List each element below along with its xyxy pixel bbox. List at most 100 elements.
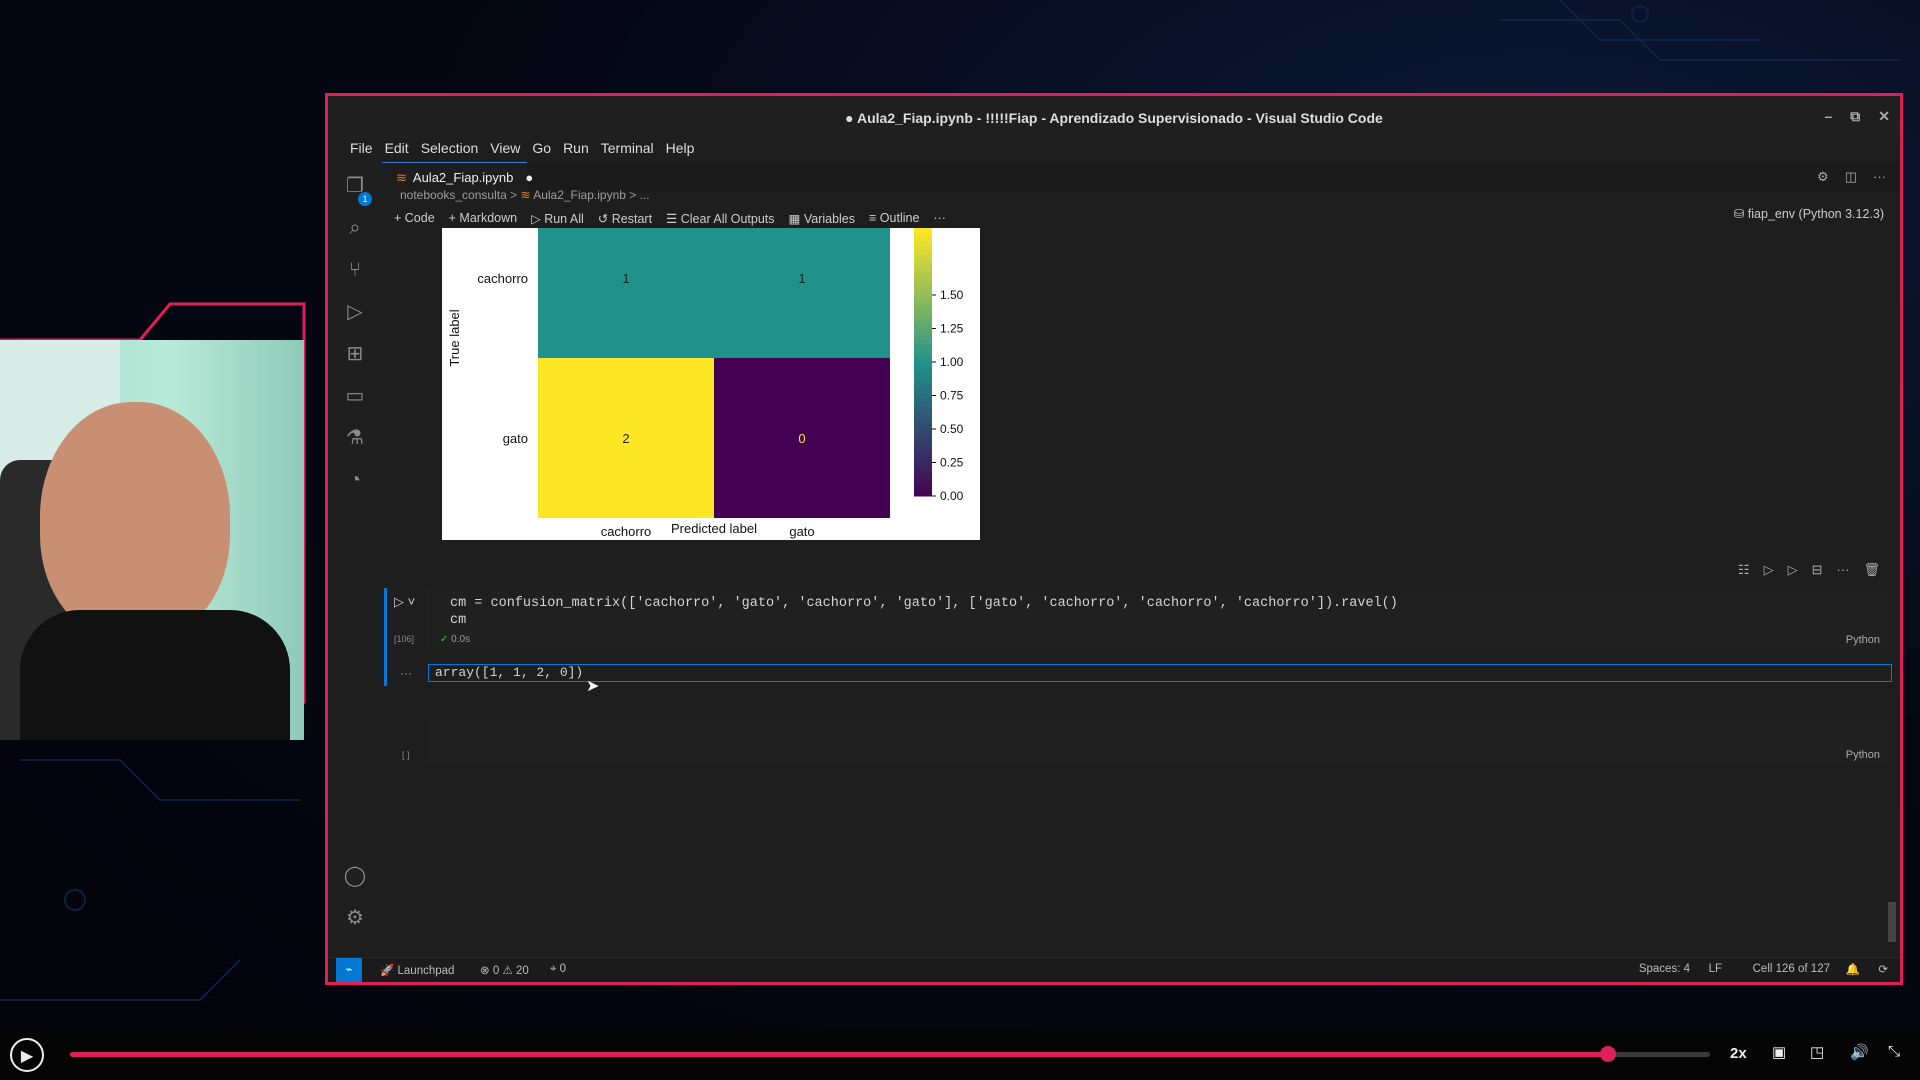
code-line-1[interactable]: cm = confusion_matrix(['cachorro', 'gato… [450, 596, 1398, 611]
colorbar-segment [914, 469, 932, 475]
cell-position-item[interactable]: Cell 126 of 127 [1753, 963, 1830, 975]
problems-item[interactable]: ⊗ 0 ⚠ 20 [480, 963, 529, 977]
antenna-icon: ⌖ [550, 963, 560, 975]
add-markdown-cell-button[interactable]: + Markdown [449, 211, 517, 225]
execute-below-icon[interactable]: ▷ [1788, 562, 1798, 578]
run-debug-icon[interactable]: ▷ [341, 298, 369, 326]
seek-bar[interactable] [70, 1046, 1710, 1062]
clear-outputs-button[interactable]: ☰ Clear All Outputs [666, 211, 774, 226]
extensions-icon[interactable]: ⊞ [341, 340, 369, 368]
colorbar-segment [914, 411, 932, 417]
more-actions-icon[interactable]: ··· [1873, 169, 1886, 185]
colorbar-segment [914, 326, 932, 332]
unsaved-dot-icon[interactable]: ● [525, 170, 533, 185]
colorbar-segment [914, 446, 932, 452]
menu-file[interactable]: File [344, 136, 379, 164]
menu-view[interactable]: View [484, 136, 526, 164]
breadcrumb-file[interactable]: Aula2_Fiap.ipynb [533, 188, 626, 202]
fullscreen-icon[interactable]: ⤡ [1888, 1043, 1900, 1060]
menu-selection[interactable]: Selection [415, 136, 485, 164]
colorbar-segment [914, 491, 932, 497]
colorbar-tick-label: 0.25 [940, 456, 964, 470]
ports-item[interactable]: ⌖ 0 [550, 963, 566, 976]
seek-progress [70, 1052, 1609, 1057]
variables-button[interactable]: ▦ Variables [789, 211, 855, 226]
menu-terminal[interactable]: Terminal [595, 136, 660, 164]
eol-item[interactable]: LF [1709, 963, 1722, 975]
colorbar-segment [914, 299, 932, 305]
colorbar-segment [914, 250, 932, 256]
execute-above-icon[interactable]: ▷ [1764, 562, 1774, 578]
colorbar-segment [914, 433, 932, 439]
menu-go[interactable]: Go [526, 136, 557, 164]
output-text[interactable]: array([1, 1, 2, 0]) [435, 665, 583, 680]
cell-toolbar: ☷ ▷ ▷ ⊟ ··· 🗑 [1738, 562, 1880, 578]
colorbar-segment [914, 281, 932, 287]
remote-indicator[interactable]: ⌁ [336, 958, 362, 982]
source-control-icon[interactable]: ⑂ [341, 256, 369, 284]
restart-button[interactable]: ↺ Restart [598, 211, 652, 226]
seek-handle[interactable] [1600, 1046, 1617, 1062]
volume-icon[interactable]: 🔊 [1850, 1043, 1869, 1061]
breadcrumb-folder[interactable]: notebooks_consulta [400, 188, 507, 202]
empty-cell-language[interactable]: Python [1846, 749, 1880, 761]
testing-icon[interactable]: ⚗ [341, 424, 369, 452]
empty-code-cell[interactable] [428, 716, 1888, 766]
bell-icon[interactable]: 🔔 [1846, 962, 1860, 976]
cell-output[interactable]: array([1, 1, 2, 0]) [428, 664, 1892, 682]
colorbar-segment [914, 442, 932, 448]
cell-more-icon[interactable]: ··· [1836, 562, 1849, 578]
sync-icon[interactable]: ⟳ [1878, 962, 1888, 976]
colorbar-segment [914, 236, 932, 242]
remote-explorer-icon[interactable]: ▭ [341, 382, 369, 410]
add-code-cell-button[interactable]: + Code [394, 211, 435, 225]
colorbar-tick-label: 1.25 [940, 322, 964, 336]
x-axis-label: Predicted label [671, 521, 757, 536]
menu-help[interactable]: Help [660, 136, 701, 164]
cell-editor[interactable]: cm = confusion_matrix(['cachorro', 'gato… [426, 562, 1888, 650]
colorbar-segment [914, 402, 932, 408]
split-editor-icon[interactable]: ◫ [1845, 169, 1857, 185]
play-button[interactable]: ▶ [10, 1038, 44, 1072]
toolbar-more-button[interactable]: ··· [933, 211, 946, 225]
menu-run[interactable]: Run [557, 136, 595, 164]
outline-icon: ≡ [869, 211, 880, 225]
run-all-button[interactable]: ▷ Run All [531, 211, 584, 226]
minimize-button[interactable]: – [1824, 108, 1832, 125]
gear-icon[interactable]: ⚙ [341, 904, 369, 932]
editor-scrollbar[interactable] [1888, 902, 1896, 942]
menu-edit[interactable]: Edit [379, 136, 415, 164]
run-by-line-icon[interactable]: ☷ [1738, 562, 1750, 578]
colorbar-segment [914, 245, 932, 251]
run-cell-icon[interactable]: ▷ ˅ [394, 594, 415, 610]
outline-button[interactable]: ≡ Outline [869, 211, 919, 225]
heatmap-cell [538, 198, 714, 358]
kernel-picker[interactable]: ⛁ fiap_env (Python 3.12.3) [1734, 206, 1884, 221]
webcam-video [0, 340, 304, 740]
picture-in-picture-icon[interactable]: ◳ [1810, 1043, 1824, 1061]
launchpad-item[interactable]: 🚀 Launchpad [380, 963, 454, 977]
search-icon[interactable]: ⌕ [341, 214, 369, 242]
delete-cell-icon[interactable]: 🗑 [1863, 562, 1880, 578]
split-cell-icon[interactable]: ⊟ [1812, 562, 1823, 578]
restore-button[interactable]: ⧉ [1850, 108, 1860, 125]
colorbar-segment [914, 277, 932, 283]
code-line-2[interactable]: cm [450, 613, 466, 628]
account-icon[interactable]: ◯ [341, 862, 369, 890]
colorbar-segment [914, 397, 932, 403]
colorbar-segment [914, 290, 932, 296]
gitlens-icon[interactable]: ◔ [341, 466, 369, 494]
settings-sync-icon[interactable]: ⚙ [1817, 169, 1829, 185]
indentation-item[interactable]: Spaces: 4 [1639, 963, 1690, 975]
close-button[interactable]: ✕ [1878, 108, 1890, 125]
cell-language[interactable]: Python [1846, 634, 1880, 646]
heatmap-value-label: 1 [622, 271, 629, 286]
output-more-button[interactable]: ··· [400, 666, 412, 680]
colorbar-segment [914, 424, 932, 430]
colorbar-segment [914, 473, 932, 479]
playback-speed-button[interactable]: 2x [1730, 1045, 1747, 1062]
breadcrumb-more[interactable]: ... [640, 188, 650, 202]
colorbar-segment [914, 482, 932, 488]
colorbar-segment [914, 268, 932, 274]
captions-icon[interactable]: ▣ [1772, 1043, 1786, 1061]
